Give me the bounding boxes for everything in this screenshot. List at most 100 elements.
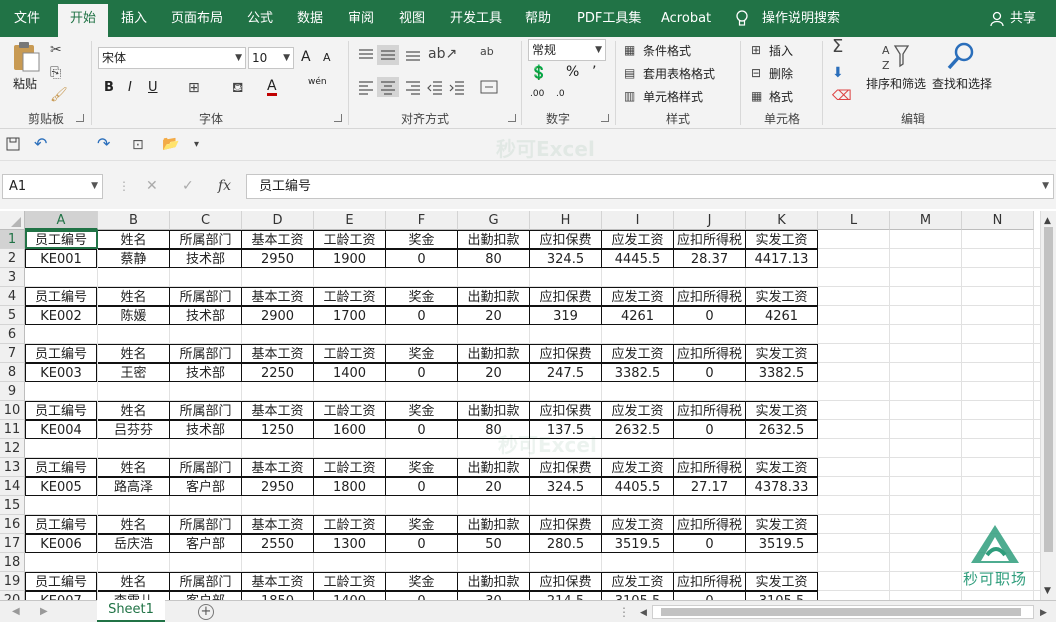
- form-icon[interactable]: ⊡: [132, 137, 144, 153]
- cell-k16[interactable]: 实发工资: [746, 515, 818, 534]
- cell-d16[interactable]: 基本工资: [242, 515, 314, 534]
- row-header-1[interactable]: 1: [0, 230, 25, 249]
- row-header-8[interactable]: 8: [0, 363, 25, 382]
- cell-h13[interactable]: 应扣保费: [530, 458, 602, 477]
- cell-k13[interactable]: 实发工资: [746, 458, 818, 477]
- cell-k19[interactable]: 实发工资: [746, 572, 818, 591]
- cell-d5[interactable]: 2900: [242, 306, 314, 325]
- cell-j5[interactable]: 0: [674, 306, 746, 325]
- align-right-icon[interactable]: [404, 79, 422, 98]
- column-header-g[interactable]: G: [458, 211, 530, 230]
- column-header-l[interactable]: L: [818, 211, 890, 230]
- cell-c20[interactable]: 客户部: [170, 591, 242, 600]
- phonetic-button[interactable]: wén: [308, 77, 327, 87]
- percent-button[interactable]: %: [566, 64, 579, 80]
- person-icon[interactable]: [990, 0, 1004, 37]
- cell-d13[interactable]: 基本工资: [242, 458, 314, 477]
- cell-i20[interactable]: 3105.5: [602, 591, 674, 600]
- cell-j14[interactable]: 27.17: [674, 477, 746, 496]
- cell-f7[interactable]: 奖金: [386, 344, 458, 363]
- cell-g7[interactable]: 出勤扣款: [458, 344, 530, 363]
- row-header-2[interactable]: 2: [0, 249, 25, 268]
- cell-i10[interactable]: 应发工资: [602, 401, 674, 420]
- row-header-4[interactable]: 4: [0, 287, 25, 306]
- underline-button[interactable]: U: [148, 80, 158, 95]
- tell-me-search[interactable]: 操作说明搜索: [762, 0, 840, 37]
- cell-b11[interactable]: 吕芬芬: [98, 420, 170, 439]
- cell-f10[interactable]: 奖金: [386, 401, 458, 420]
- cell-g8[interactable]: 20: [458, 363, 530, 382]
- cell-a11[interactable]: KE004: [25, 420, 97, 439]
- undo-icon[interactable]: ↶: [34, 136, 47, 152]
- cell-d7[interactable]: 基本工资: [242, 344, 314, 363]
- cell-a20[interactable]: KE007: [25, 591, 97, 600]
- orientation-icon[interactable]: ab↗: [428, 46, 457, 62]
- cell-b5[interactable]: 陈媛: [98, 306, 170, 325]
- increase-decimal-button[interactable]: .00: [530, 89, 544, 99]
- cell-j10[interactable]: 应扣所得税: [674, 401, 746, 420]
- cancel-icon[interactable]: ✕: [146, 178, 158, 194]
- cell-c17[interactable]: 客户部: [170, 534, 242, 553]
- row-header-9[interactable]: 9: [0, 382, 25, 401]
- column-header-k[interactable]: K: [746, 211, 818, 230]
- font-color-button[interactable]: A: [267, 79, 277, 96]
- cell-i16[interactable]: 应发工资: [602, 515, 674, 534]
- clear-icon[interactable]: ⌫: [832, 88, 852, 104]
- cell-e1[interactable]: 工龄工资: [314, 230, 386, 249]
- tab-formulas[interactable]: 公式: [247, 0, 273, 37]
- cell-i1[interactable]: 应发工资: [602, 230, 674, 249]
- column-header-a[interactable]: A: [25, 211, 98, 230]
- middle-align-icon[interactable]: [377, 45, 399, 65]
- row-header-12[interactable]: 12: [0, 439, 25, 458]
- cell-b17[interactable]: 岳庆浩: [98, 534, 170, 553]
- cell-d17[interactable]: 2550: [242, 534, 314, 553]
- prev-sheet-icon[interactable]: ◀: [12, 604, 20, 620]
- row-header-20[interactable]: 20: [0, 591, 25, 600]
- cell-i4[interactable]: 应发工资: [602, 287, 674, 306]
- tab-acrobat[interactable]: Acrobat: [661, 0, 711, 37]
- cell-i13[interactable]: 应发工资: [602, 458, 674, 477]
- next-sheet-icon[interactable]: ▶: [40, 604, 48, 620]
- select-all-corner[interactable]: [0, 211, 25, 230]
- cell-g2[interactable]: 80: [458, 249, 530, 268]
- cell-i17[interactable]: 3519.5: [602, 534, 674, 553]
- cell-c1[interactable]: 所属部门: [170, 230, 242, 249]
- column-header-j[interactable]: J: [674, 211, 746, 230]
- cell-e8[interactable]: 1400: [314, 363, 386, 382]
- cell-j2[interactable]: 28.37: [674, 249, 746, 268]
- tab-help[interactable]: 帮助: [525, 0, 551, 37]
- cell-h20[interactable]: 214.5: [530, 591, 602, 600]
- tab-file[interactable]: 文件: [14, 0, 40, 37]
- cell-h19[interactable]: 应扣保费: [530, 572, 602, 591]
- scroll-down-icon[interactable]: ▼: [1044, 583, 1051, 599]
- cell-e20[interactable]: 1400: [314, 591, 386, 600]
- cell-c11[interactable]: 技术部: [170, 420, 242, 439]
- cell-g5[interactable]: 20: [458, 306, 530, 325]
- tab-review[interactable]: 审阅: [348, 0, 374, 37]
- cell-c7[interactable]: 所属部门: [170, 344, 242, 363]
- row-header-18[interactable]: 18: [0, 553, 25, 572]
- cell-a4[interactable]: 员工编号: [25, 287, 97, 306]
- save-icon[interactable]: [6, 137, 20, 155]
- cell-g14[interactable]: 20: [458, 477, 530, 496]
- row-header-15[interactable]: 15: [0, 496, 25, 515]
- decrease-decimal-button[interactable]: .0: [556, 89, 565, 99]
- cell-i2[interactable]: 4445.5: [602, 249, 674, 268]
- cell-h1[interactable]: 应扣保费: [530, 230, 602, 249]
- cell-a19[interactable]: 员工编号: [25, 572, 97, 591]
- cell-a16[interactable]: 员工编号: [25, 515, 97, 534]
- cell-f19[interactable]: 奖金: [386, 572, 458, 591]
- cell-d10[interactable]: 基本工资: [242, 401, 314, 420]
- cut-icon[interactable]: ✂: [50, 42, 62, 58]
- cell-b20[interactable]: 李雪儿: [98, 591, 170, 600]
- delete-cells-button[interactable]: 删除: [769, 65, 793, 82]
- cell-d14[interactable]: 2950: [242, 477, 314, 496]
- cell-j19[interactable]: 应扣所得税: [674, 572, 746, 591]
- customize-qat-icon[interactable]: ▾: [194, 137, 199, 153]
- cell-k1[interactable]: 实发工资: [746, 230, 818, 249]
- cell-b14[interactable]: 路高泽: [98, 477, 170, 496]
- cell-c19[interactable]: 所属部门: [170, 572, 242, 591]
- cell-d1[interactable]: 基本工资: [242, 230, 314, 249]
- fill-color-icon[interactable]: ⛾: [232, 80, 243, 96]
- number-launcher-icon[interactable]: [601, 114, 609, 122]
